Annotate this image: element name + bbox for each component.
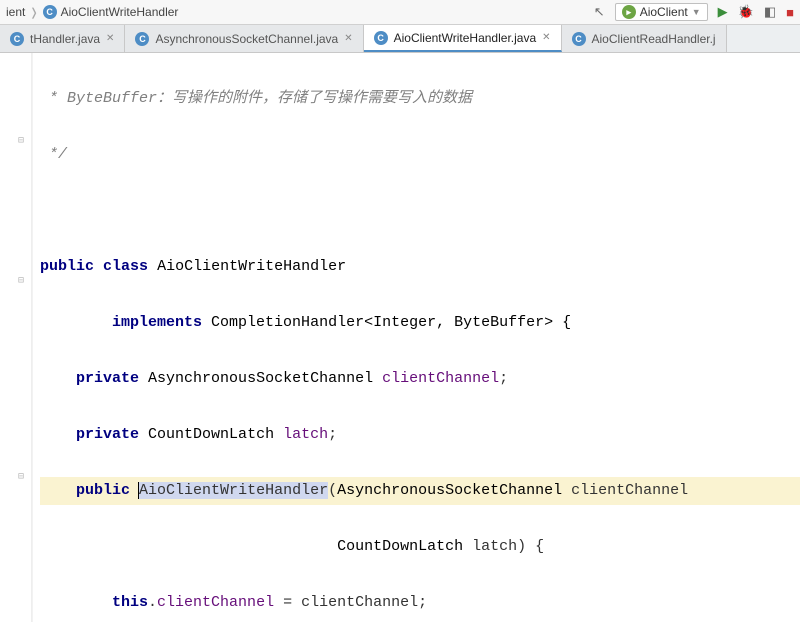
fold-icon[interactable]: ⊟	[18, 137, 28, 147]
class-icon: C	[374, 31, 388, 45]
run-icon: ▸	[622, 5, 636, 19]
gutter[interactable]: ⊟ ⊟ ⊟	[0, 53, 32, 622]
stop-icon[interactable]: ■	[786, 5, 794, 20]
run-config-selector[interactable]: ▸ AioClient ▼	[615, 3, 708, 21]
tab[interactable]: C AioClientReadHandler.j	[562, 25, 727, 52]
comment: * ByteBuffer：写操作的附件，存储了写操作需要写入的数据	[40, 90, 472, 107]
chevron-down-icon: ▼	[692, 7, 701, 17]
tab[interactable]: C AsynchronousSocketChannel.java ✕	[125, 25, 363, 52]
tab[interactable]: C tHandler.java ✕	[0, 25, 125, 52]
code-area[interactable]: * ByteBuffer：写操作的附件，存储了写操作需要写入的数据 */ pub…	[32, 53, 800, 622]
class-icon: C	[572, 32, 586, 46]
code-editor[interactable]: ⊟ ⊟ ⊟ * ByteBuffer：写操作的附件，存储了写操作需要写入的数据 …	[0, 53, 800, 622]
fold-icon[interactable]: ⊟	[18, 277, 28, 287]
current-line: public AioClientWriteHandler(Asynchronou…	[40, 477, 800, 505]
breadcrumb: ient ❭ C AioClientWriteHandler ↖ ▸ AioCl…	[0, 0, 800, 25]
class-icon: C	[135, 32, 149, 46]
debug-icon[interactable]: 🐞	[738, 4, 754, 20]
tab-label: AioClientReadHandler.j	[592, 32, 716, 46]
breadcrumb-item[interactable]: C AioClientWriteHandler	[43, 5, 179, 19]
tab-label: tHandler.java	[30, 32, 100, 46]
breadcrumb-item[interactable]: ient	[6, 5, 25, 19]
tab-label: AioClientWriteHandler.java	[394, 31, 537, 45]
tab-label: AsynchronousSocketChannel.java	[155, 32, 338, 46]
close-icon[interactable]: ✕	[542, 32, 550, 43]
toolbar: ↖ ▸ AioClient ▼ ▶ 🐞 ◧ ■	[594, 3, 794, 21]
build-hammer-icon[interactable]: ↖	[594, 4, 605, 20]
coverage-icon[interactable]: ◧	[764, 4, 776, 20]
run-icon[interactable]: ▶	[718, 4, 728, 20]
close-icon[interactable]: ✕	[344, 33, 352, 44]
tab-active[interactable]: C AioClientWriteHandler.java ✕	[364, 25, 562, 52]
editor-tabs: C tHandler.java ✕ C AsynchronousSocketCh…	[0, 25, 800, 53]
class-icon: C	[10, 32, 24, 46]
breadcrumb-separator: ❭	[29, 6, 38, 19]
class-icon: C	[43, 5, 57, 19]
fold-icon[interactable]: ⊟	[18, 473, 28, 483]
close-icon[interactable]: ✕	[106, 33, 114, 44]
comment: */	[40, 146, 67, 163]
